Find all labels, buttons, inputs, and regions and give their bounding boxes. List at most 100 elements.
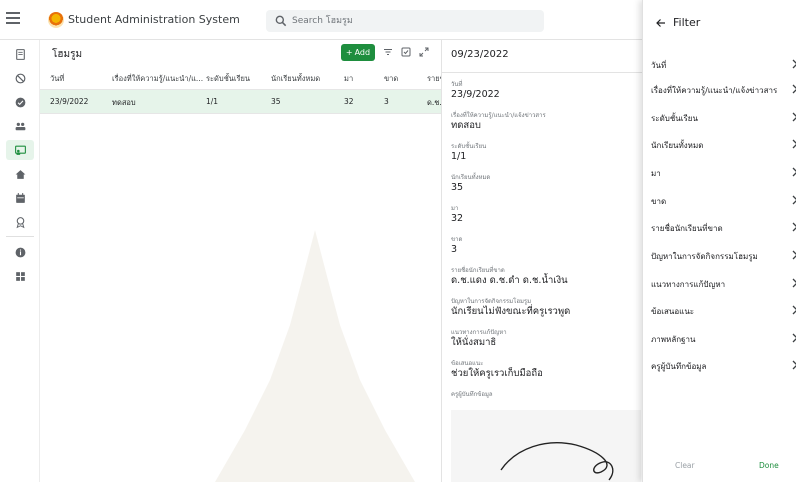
people-icon[interactable] [6,116,34,136]
detail-field-class-level: ระดับชั้นเรียน 1/1 [451,143,641,163]
add-button-label: Add [354,48,371,57]
document-icon[interactable] [6,44,34,64]
checkbox-icon[interactable] [400,46,412,58]
search-box[interactable] [266,10,544,32]
detail-panel: 09/23/2022 วันที่ 23/9/2022 เรื่องที่ให้… [442,40,642,482]
data-table: วันที่ เรื่องที่ให้ความรู้/แนะนำ/แ... ระ… [40,66,442,114]
chevron-right-icon [792,59,796,69]
check-circle-icon[interactable] [6,92,34,112]
column-header-absent[interactable]: ขาด [384,73,414,85]
filter-item-absent[interactable]: ขาด [651,189,796,213]
search-icon [275,15,287,27]
filter-item-problem[interactable]: ปัญหาในการจัดกิจกรรมโฮมรูม [651,244,796,268]
signature-image [451,410,641,482]
column-header-topic[interactable]: เรื่องที่ให้ความรู้/แนะนำ/แ... [112,73,204,85]
field-label: รายชื่อนักเรียนที่ขาด [451,267,505,274]
chevron-right-icon [792,305,796,315]
chevron-right-icon [792,278,796,288]
field-label: ครูผู้บันทึกข้อมูล [451,391,493,398]
field-label: ปัญหาในการจัดกิจกรรมโฮมรูม [451,298,532,305]
filter-item-suggestion[interactable]: ข้อเสนอแนะ [651,299,796,323]
field-label: ระดับชั้นเรียน [451,143,487,150]
filter-item-label: วันที่ [651,61,667,70]
list-header: โฮมรูม + Add [40,40,442,66]
info-icon[interactable] [6,242,34,262]
field-label: แนวทางการแก้ปัญหา [451,329,507,336]
filter-item-topic[interactable]: เรื่องที่ให้ความรู้/แนะนำ/แจ้งข่าวสาร [651,78,796,102]
block-icon[interactable] [6,68,34,88]
chevron-right-icon [792,195,796,205]
done-button[interactable]: Done [759,461,779,470]
cell-absent: 3 [384,97,389,106]
field-value: 3 [451,244,458,255]
field-value: นักเรียนไม่ฟังขณะที่ครูเรวพูด [451,306,571,317]
filter-icon[interactable] [382,46,394,58]
field-value: ทดสอบ [451,120,481,131]
classroom-icon[interactable] [6,140,34,160]
filter-drawer: Filter วันที่ เรื่องที่ให้ความรู้/แนะนำ/… [642,0,796,482]
chevron-right-icon [792,222,796,232]
chevron-right-icon [792,139,796,149]
filter-item-label: ภาพหลักฐาน [651,335,696,344]
chevron-right-icon [792,112,796,122]
field-label: นักเรียนทั้งหมด [451,174,491,181]
menu-icon[interactable] [6,12,20,26]
filter-item-label: ปัญหาในการจัดกิจกรรมโฮมรูม [651,252,758,261]
search-input[interactable] [292,11,532,31]
filter-item-class-level[interactable]: ระดับชั้นเรียน [651,106,796,130]
detail-field-problem: ปัญหาในการจัดกิจกรรมโฮมรูม นักเรียนไม่ฟั… [451,298,641,318]
column-header-total-students[interactable]: นักเรียนทั้งหมด [271,73,329,85]
chevron-right-icon [792,84,796,94]
table-row[interactable]: 23/9/2022 ทดสอบ 1/1 35 32 3 ด.ช.แ [40,90,442,114]
filter-item-evidence[interactable]: ภาพหลักฐาน [651,327,796,351]
filter-title: Filter [673,16,701,29]
back-arrow-icon[interactable] [655,17,667,29]
filter-item-recorder[interactable]: ครูผู้บันทึกข้อมูล [651,354,796,378]
field-value: 35 [451,182,464,193]
column-header-present[interactable]: มา [344,73,374,85]
filter-item-total-students[interactable]: นักเรียนทั้งหมด [651,133,796,157]
filter-item-date[interactable]: วันที่ [651,53,796,77]
detail-field-suggestion: ข้อเสนอแนะ ช่วยให้ครูเรวเก็บมือถือ [451,360,641,380]
field-label: วันที่ [451,81,463,88]
chevron-right-icon [792,250,796,260]
filter-item-solution[interactable]: แนวทางการแก้ปัญหา [651,272,796,296]
field-label: มา [451,205,459,212]
detail-title: 09/23/2022 [451,49,509,60]
home-icon[interactable] [6,164,34,184]
detail-field-absent: ขาด 3 [451,236,641,256]
add-button[interactable]: + Add [341,44,375,61]
filter-item-label: แนวทางการแก้ปัญหา [651,280,726,289]
calendar-icon[interactable] [6,188,34,208]
detail-field-recorder: ครูผู้บันทึกข้อมูล [451,391,641,399]
list-title: โฮมรูม [52,49,83,60]
detail-field-present: มา 32 [451,205,641,225]
field-value: 23/9/2022 [451,89,500,100]
filter-item-label: ข้อเสนอแนะ [651,307,695,316]
filter-item-label: ระดับชั้นเรียน [651,114,698,123]
detail-field-total-students: นักเรียนทั้งหมด 35 [451,174,641,194]
expand-icon[interactable] [418,46,430,58]
column-header-date[interactable]: วันที่ [50,73,108,85]
field-value: 32 [451,213,464,224]
filter-item-absent-names[interactable]: รายชื่อนักเรียนที่ขาด [651,216,796,240]
cell-absent-names: ด.ช.แ [427,98,442,107]
detail-field-absent-names: รายชื่อนักเรียนที่ขาด ด.ช.แดง ด.ช.ดำ ด.ช… [451,267,641,287]
filter-item-present[interactable]: มา [651,161,796,185]
cell-topic: ทดสอบ [112,98,136,107]
field-value: 1/1 [451,151,467,162]
filter-item-label: เรื่องที่ให้ความรู้/แนะนำ/แจ้งข่าวสาร [651,86,778,95]
field-label: ขาด [451,236,463,243]
detail-field-topic: เรื่องที่ให้ความรู้/แนะนำ/แจ้งข่าวสาร ทด… [451,112,641,132]
clear-button[interactable]: Clear [675,461,695,470]
app-title: Student Administration System [68,13,240,26]
app-bar: Student Administration System [0,0,642,40]
column-header-absent-names[interactable]: รายชื่ [427,73,442,85]
plus-icon: + [345,48,353,57]
grid-icon[interactable] [6,266,34,286]
column-header-class-level[interactable]: ระดับชั้นเรียน [206,73,264,85]
chevron-right-icon [792,360,796,370]
badge-icon[interactable] [6,212,34,232]
filter-item-label: นักเรียนทั้งหมด [651,141,704,150]
cell-date: 23/9/2022 [50,97,89,106]
